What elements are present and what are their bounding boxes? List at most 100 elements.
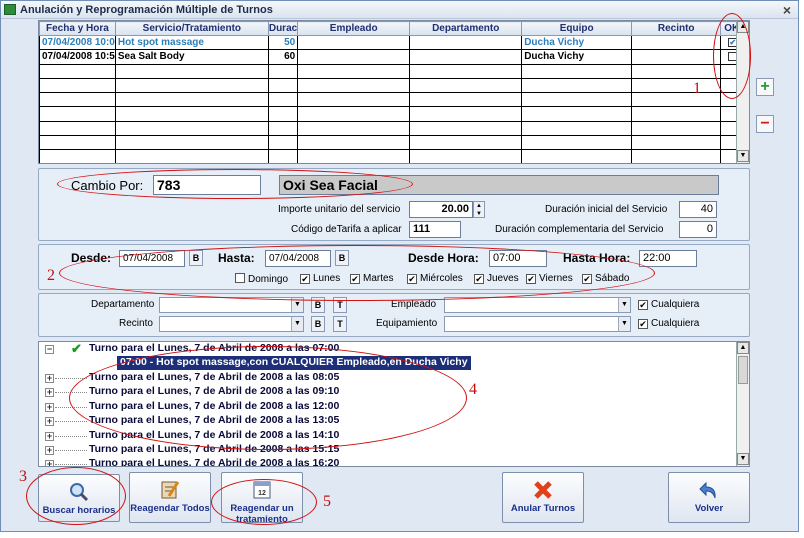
table-cell [114,149,269,163]
table-cell [297,106,411,122]
tree-item-label: Turno para el Lunes, 7 de Abril de 2008 … [89,457,340,467]
recinto-t-button[interactable]: T [333,316,347,332]
table-cell: 50 [267,34,299,51]
table-cell [114,120,269,137]
scroll-thumb[interactable] [738,356,748,384]
table-row[interactable] [39,135,744,151]
table-cell [521,106,633,122]
expand-icon[interactable]: + [45,431,54,441]
table-cell [114,77,269,94]
tree-connector [55,450,87,451]
table-cell [39,149,116,163]
table-row[interactable] [39,77,744,94]
recinto-b-button[interactable]: B [311,316,325,332]
importe-field[interactable]: 20.00 [409,201,473,218]
column-header[interactable]: Empleado [297,21,411,36]
column-header[interactable]: Servicio/Tratamiento [114,21,269,36]
add-row-button[interactable]: + [756,78,774,96]
hasta-hora-field[interactable]: 22:00 [639,250,697,267]
empleado-cualquiera-checkbox[interactable]: ✔ Cualquiera [638,299,699,310]
table-row[interactable]: 07/04/2008 10:5 Sea Salt Body 60 Ducha Vich… [39,49,744,65]
table-cell [409,120,523,137]
table-cell [114,135,269,151]
table-cell [297,77,411,94]
title-bar: Anulación y Reprogramación Múltiple de T… [1,1,798,19]
annotation-number-2: 2 [47,267,55,284]
tree-item[interactable]: + Turno para el Lunes, 7 de Abril de 2008… [45,443,725,457]
chevron-down-icon: ▼ [291,317,303,331]
table-cell [409,49,523,65]
duracion-inicial-label: Duración inicial del Servicio [545,204,668,215]
table-row[interactable] [39,63,744,79]
app-icon [4,4,16,15]
table-cell [114,106,269,122]
equipamiento-label: Equipamiento [376,318,438,329]
table-cell [267,106,299,122]
volver-button[interactable]: Volver [668,472,750,523]
table-cell [409,92,523,108]
tarifa-field[interactable]: 111 [409,221,461,238]
expand-icon[interactable]: + [45,388,54,398]
table-row[interactable] [39,120,744,137]
expand-icon[interactable]: + [45,402,54,412]
remove-row-button[interactable]: − [756,115,774,133]
scroll-down-icon[interactable]: ▼ [737,453,749,465]
equipamiento-cualquiera-checkbox[interactable]: ✔ Cualquiera [638,318,699,329]
table-cell [631,92,722,108]
table-row[interactable] [39,106,744,122]
scroll-up-icon[interactable]: ▲ [737,342,749,354]
window: Anulación y Reprogramación Múltiple de T… [0,0,799,532]
table-cell [521,77,633,94]
empleado-select[interactable]: ▼ [444,297,631,313]
table-cell: 07/04/2008 10:5 [39,49,116,65]
annotation-number-5: 5 [323,493,331,510]
column-header[interactable]: Fecha y Hora [39,21,116,36]
table-cell [631,63,722,79]
importe-spinner-icon[interactable]: ▲ ▼ [473,201,485,218]
table-row[interactable]: 07/04/2008 10:0 Hot spot massage 50 Ducha V… [39,34,744,51]
annotation-ellipse-1 [713,13,751,99]
tree-connector [55,435,87,437]
duracion-complementaria-label: Duración complementaria del Servicio [495,224,664,235]
reagendar-todos-button[interactable]: Reagendar Todos [129,472,211,523]
duracion-complementaria-field[interactable]: 0 [679,221,717,238]
tree-item[interactable]: + Turno para el Lunes, 7 de Abril de 2008… [45,457,725,467]
recinto-select[interactable]: ▼ [159,316,304,332]
scroll-down-icon[interactable]: ▼ [737,150,749,162]
annotation-ellipse-3 [26,467,126,525]
close-icon[interactable]: × [783,2,791,18]
column-header[interactable]: Equipo [521,21,633,36]
table-cell [39,135,116,151]
table-cell [297,135,411,151]
table-cell [631,34,722,51]
collapse-icon[interactable]: − [45,345,54,354]
table-cell: 60 [267,49,299,65]
turnos-grid[interactable]: Fecha y Hora Servicio/Tratamiento Durac Emp… [38,20,750,164]
table-cell [267,135,299,151]
expand-icon[interactable]: + [45,374,54,383]
column-header[interactable]: Recinto [631,21,722,36]
column-header[interactable]: Departamento [409,21,523,36]
table-cell [297,34,411,51]
table-cell [409,63,523,79]
checkbox-icon: ✔ [638,300,648,310]
table-cell: Ducha Vichy [521,49,633,65]
expand-icon[interactable]: + [45,446,54,455]
equipamiento-select[interactable]: ▼ [444,316,631,332]
table-cell [39,120,116,137]
table-cell [297,92,411,108]
table-cell: Ducha Vichy [521,34,633,51]
annotation-ellipse-cambio [57,169,413,199]
table-row[interactable] [39,149,744,163]
table-cell [267,63,299,79]
expand-icon[interactable]: + [45,417,54,427]
table-cell [267,120,299,137]
tarifa-label: Código deTarifa a aplicar [291,224,402,235]
table-cell [297,149,411,163]
expand-icon[interactable]: + [45,460,54,466]
table-row[interactable] [39,92,744,108]
anular-turnos-button[interactable]: Anular Turnos [502,472,584,523]
column-header[interactable]: Durac [267,21,299,36]
table-cell [631,106,722,122]
tree-scrollbar[interactable]: ▲ ▼ [736,342,749,466]
